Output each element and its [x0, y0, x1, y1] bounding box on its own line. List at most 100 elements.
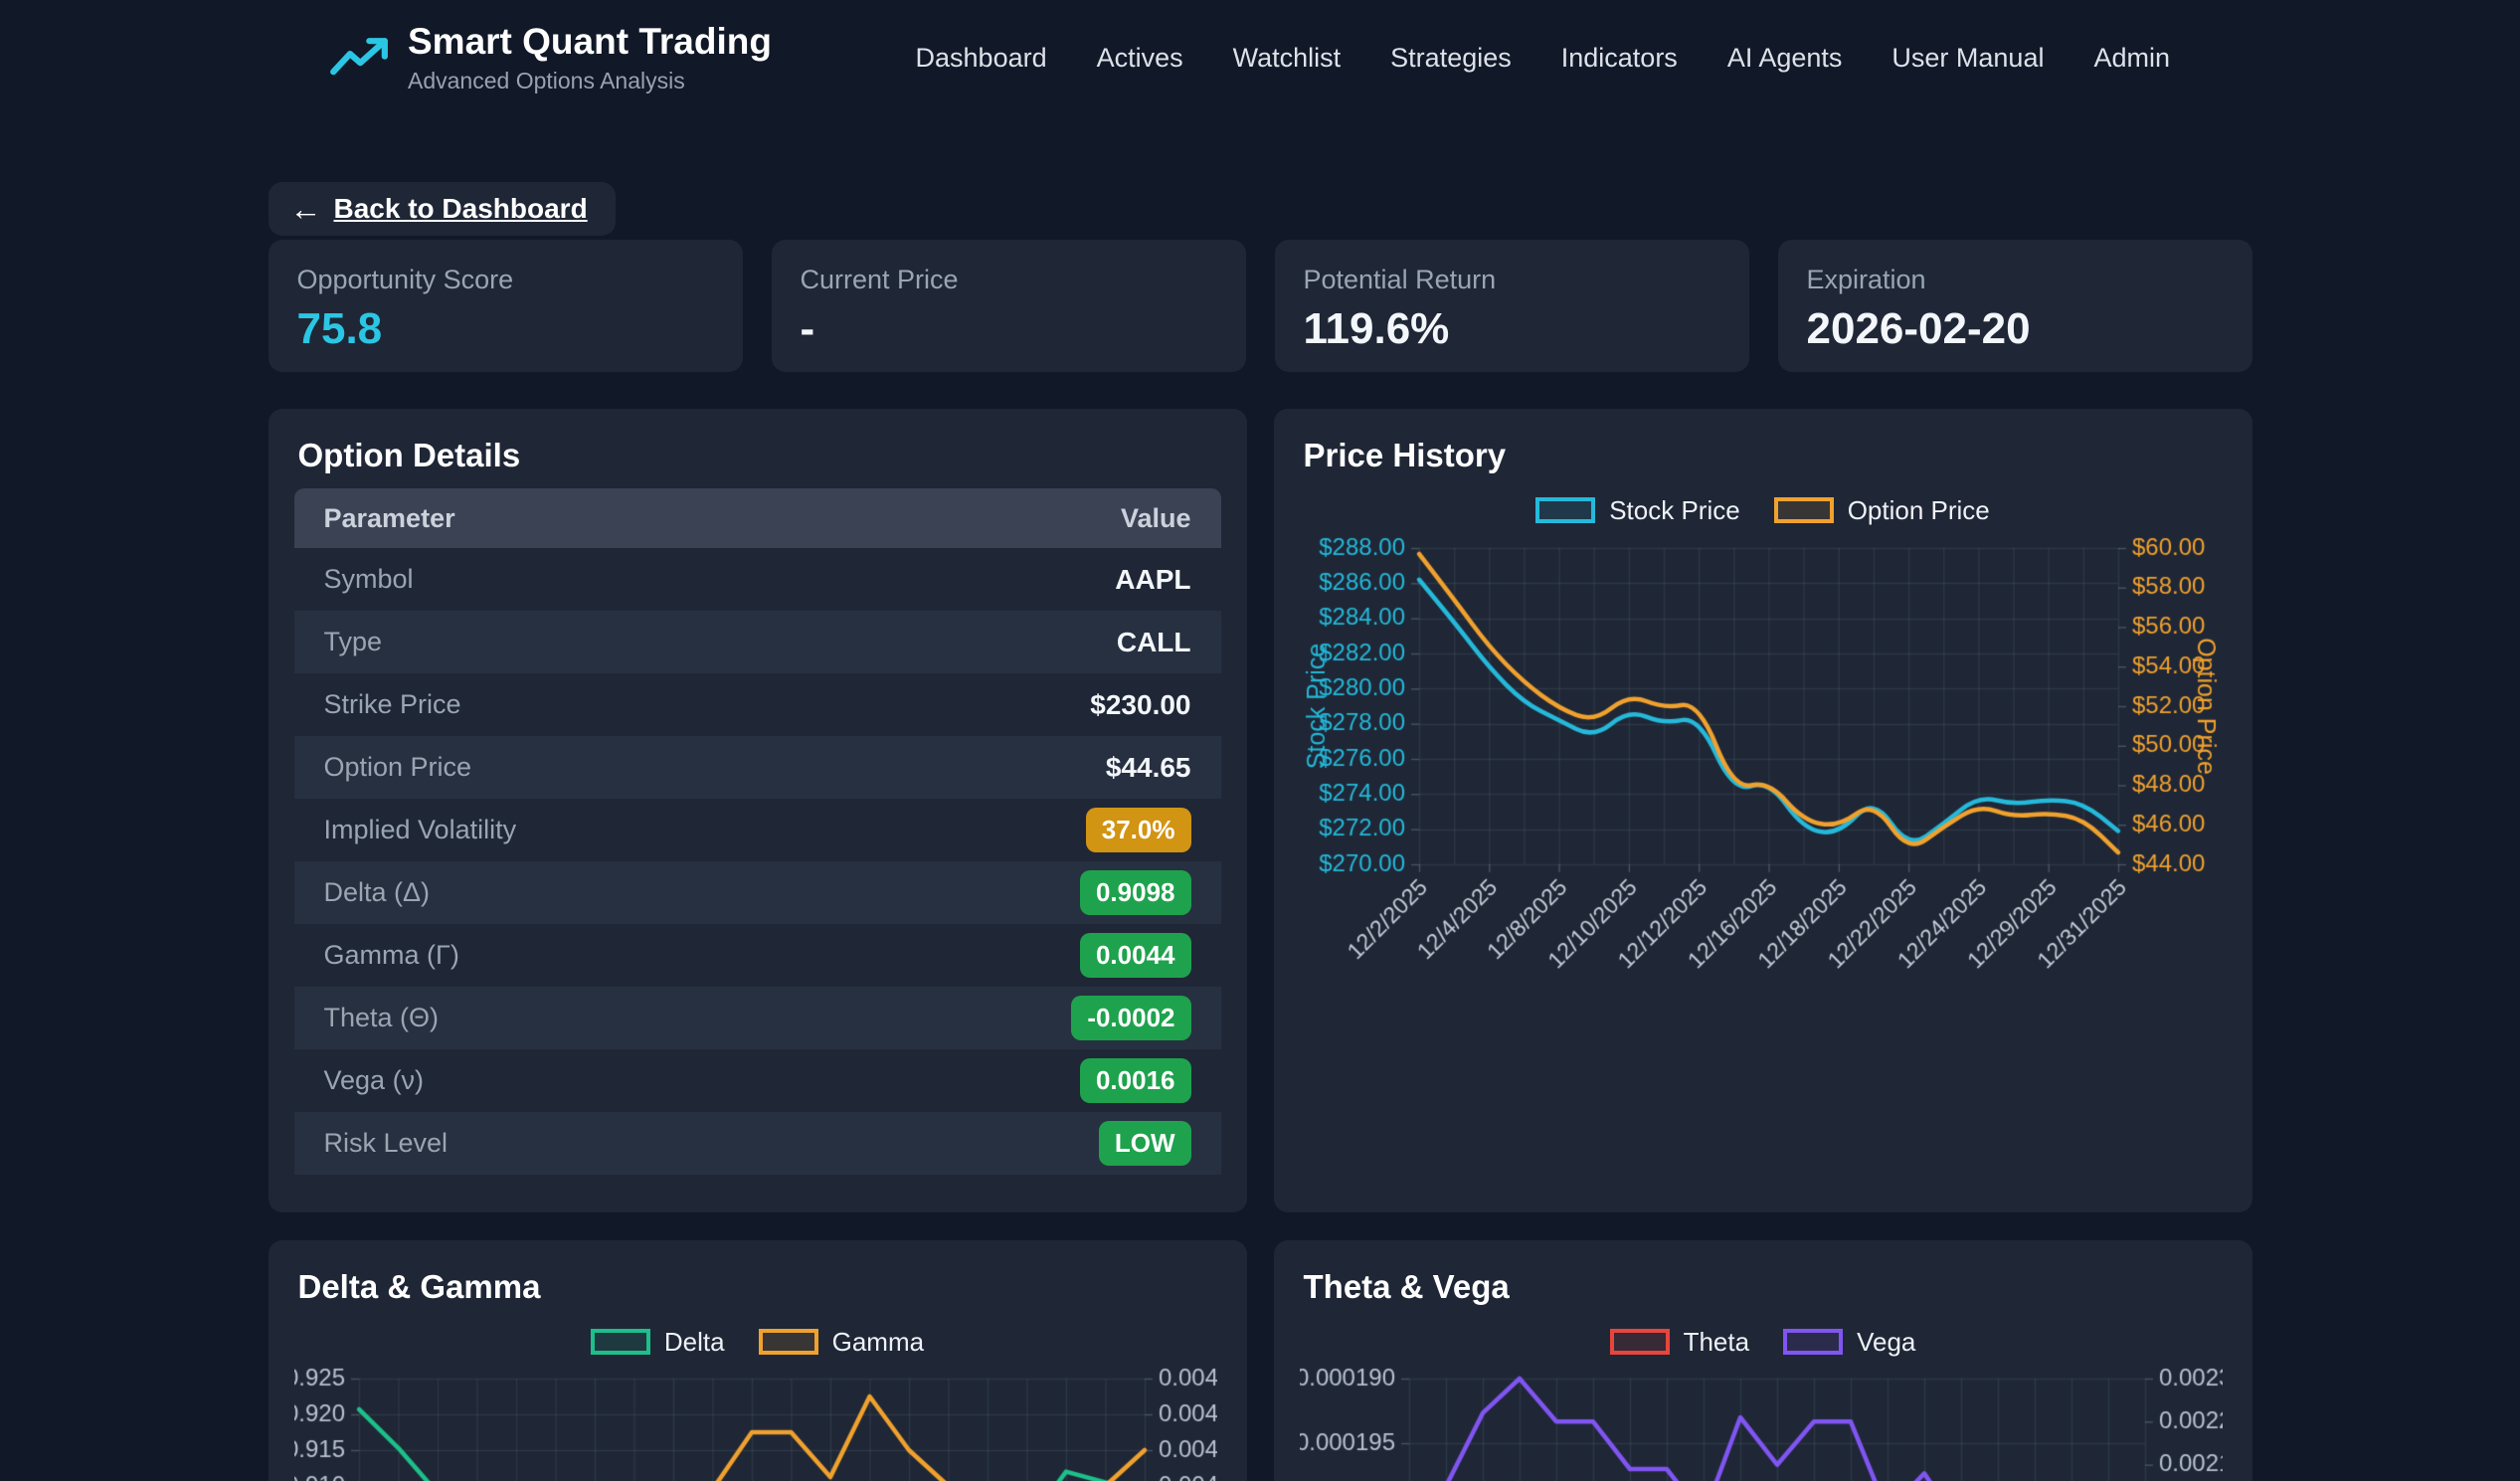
delta-gamma-card: Delta & Gamma Delta Gamma: [269, 1240, 1247, 1481]
delta-gamma-title: Delta & Gamma: [298, 1268, 1221, 1306]
price-history-card: Price History Stock Price Option Price: [1274, 409, 2252, 1212]
option-details-title: Option Details: [298, 437, 1221, 474]
app-title: Smart Quant Trading: [408, 21, 772, 64]
param-label: Gamma (Γ): [324, 940, 459, 971]
nav-item-watchlist[interactable]: Watchlist: [1233, 43, 1342, 74]
param-value: AAPL: [1115, 564, 1190, 596]
theta-vega-card: Theta & Vega Theta Vega: [1274, 1240, 2252, 1481]
stat-label: Current Price: [801, 265, 1217, 295]
legend-swatch-icon: [1610, 1329, 1670, 1355]
stat-value: 2026-02-20: [1807, 304, 2224, 354]
nav-item-user-manual[interactable]: User Manual: [1891, 43, 2044, 74]
stat-label: Expiration: [1807, 265, 2224, 295]
param-label: Risk Level: [324, 1128, 449, 1159]
table-row-delta: Delta (Δ) 0.9098: [294, 861, 1221, 924]
delta-gamma-legend: Delta Gamma: [294, 1320, 1221, 1364]
legend-swatch-icon: [1783, 1329, 1843, 1355]
stat-card-expiration: Expiration 2026-02-20: [1778, 240, 2252, 372]
price-history-chart[interactable]: [1300, 536, 2223, 1014]
top-grid: Option Details Parameter Value Symbol AAP…: [269, 409, 2252, 1212]
legend-swatch-icon: [1535, 497, 1595, 523]
param-label: Vega (ν): [324, 1065, 425, 1096]
table-header-row: Parameter Value: [294, 488, 1221, 548]
nav-item-ai-agents[interactable]: AI Agents: [1727, 43, 1843, 74]
stat-card-opportunity-score: Opportunity Score 75.8: [269, 240, 743, 372]
legend-label: Stock Price: [1609, 495, 1740, 526]
nav-item-dashboard[interactable]: Dashboard: [916, 43, 1047, 74]
param-value-badge: 0.9098: [1080, 870, 1191, 915]
legend-label: Gamma: [832, 1327, 924, 1358]
legend-item-gamma[interactable]: Gamma: [759, 1327, 924, 1358]
column-header-value: Value: [1121, 503, 1191, 534]
legend-item-stock-price[interactable]: Stock Price: [1535, 495, 1740, 526]
legend-item-option-price[interactable]: Option Price: [1774, 495, 1990, 526]
app-subtitle: Advanced Options Analysis: [408, 68, 772, 94]
main-nav: Dashboard Actives Watchlist Strategies Indic…: [916, 43, 2170, 74]
param-value-badge: LOW: [1099, 1121, 1191, 1166]
param-label: Theta (Θ): [324, 1003, 440, 1033]
stat-value: 119.6%: [1304, 304, 1720, 354]
column-header-parameter: Parameter: [324, 503, 455, 534]
option-details-table: Parameter Value Symbol AAPL Type CALL Strike…: [294, 488, 1221, 1175]
legend-swatch-icon: [591, 1329, 650, 1355]
legend-label: Vega: [1857, 1327, 1915, 1358]
legend-label: Theta: [1684, 1327, 1750, 1358]
param-label: Strike Price: [324, 689, 461, 720]
theta-vega-chart[interactable]: [1300, 1368, 2223, 1481]
param-value-badge: 0.0016: [1080, 1058, 1191, 1103]
price-history-title: Price History: [1304, 437, 2227, 474]
app-logo: Smart Quant Trading Advanced Options Ana…: [328, 21, 772, 94]
legend-swatch-icon: [759, 1329, 818, 1355]
delta-gamma-chart[interactable]: [294, 1368, 1217, 1481]
legend-item-delta[interactable]: Delta: [591, 1327, 725, 1358]
stat-value: -: [801, 304, 1217, 354]
app-header: Smart Quant Trading Advanced Options Ana…: [0, 0, 2520, 115]
table-row-symbol: Symbol AAPL: [294, 548, 1221, 611]
table-row-risk-level: Risk Level LOW: [294, 1112, 1221, 1175]
theta-vega-title: Theta & Vega: [1304, 1268, 2227, 1306]
legend-swatch-icon: [1774, 497, 1834, 523]
legend-item-vega[interactable]: Vega: [1783, 1327, 1915, 1358]
option-details-card: Option Details Parameter Value Symbol AAP…: [269, 409, 1247, 1212]
param-value-badge: 37.0%: [1086, 808, 1191, 852]
nav-item-actives[interactable]: Actives: [1097, 43, 1183, 74]
back-to-dashboard-button[interactable]: ← Back to Dashboard: [269, 182, 616, 236]
param-label: Delta (Δ): [324, 877, 431, 908]
table-row-implied-volatility: Implied Volatility 37.0%: [294, 799, 1221, 861]
table-row-gamma: Gamma (Γ) 0.0044: [294, 924, 1221, 987]
legend-item-theta[interactable]: Theta: [1610, 1327, 1750, 1358]
main-content: ← Back to Dashboard Opportunity Score 75.…: [269, 115, 2252, 1481]
nav-item-admin[interactable]: Admin: [2093, 43, 2170, 74]
param-label: Type: [324, 627, 383, 657]
table-row-type: Type CALL: [294, 611, 1221, 673]
back-button-label: Back to Dashboard: [334, 193, 588, 225]
param-label: Implied Volatility: [324, 815, 517, 845]
table-row-strike-price: Strike Price $230.00: [294, 673, 1221, 736]
table-body: Symbol AAPL Type CALL Strike Price $230.00 Opt…: [294, 548, 1221, 1175]
stat-value: 75.8: [297, 304, 714, 354]
nav-item-indicators[interactable]: Indicators: [1561, 43, 1678, 74]
bottom-grid: Delta & Gamma Delta Gamma Theta & Vega Th…: [269, 1240, 2252, 1481]
param-label: Option Price: [324, 752, 472, 783]
legend-label: Delta: [664, 1327, 725, 1358]
table-row-option-price: Option Price $44.65: [294, 736, 1221, 799]
stat-card-potential-return: Potential Return 119.6%: [1275, 240, 1749, 372]
param-value-badge: 0.0044: [1080, 933, 1191, 978]
stat-label: Opportunity Score: [297, 265, 714, 295]
price-history-legend: Stock Price Option Price: [1300, 488, 2227, 532]
param-label: Symbol: [324, 564, 414, 595]
param-value: $44.65: [1106, 752, 1191, 784]
trend-up-icon: [328, 27, 390, 89]
back-arrow-icon: ←: [290, 193, 322, 225]
table-row-vega: Vega (ν) 0.0016: [294, 1049, 1221, 1112]
legend-label: Option Price: [1848, 495, 1990, 526]
param-value: $230.00: [1090, 689, 1190, 721]
param-value-badge: -0.0002: [1071, 996, 1190, 1040]
theta-vega-legend: Theta Vega: [1300, 1320, 2227, 1364]
param-value: CALL: [1117, 627, 1191, 658]
table-row-theta: Theta (Θ) -0.0002: [294, 987, 1221, 1049]
nav-item-strategies[interactable]: Strategies: [1390, 43, 1512, 74]
stat-label: Potential Return: [1304, 265, 1720, 295]
stat-card-current-price: Current Price -: [772, 240, 1246, 372]
stats-row: Opportunity Score 75.8 Current Price - Poten…: [269, 240, 2252, 372]
